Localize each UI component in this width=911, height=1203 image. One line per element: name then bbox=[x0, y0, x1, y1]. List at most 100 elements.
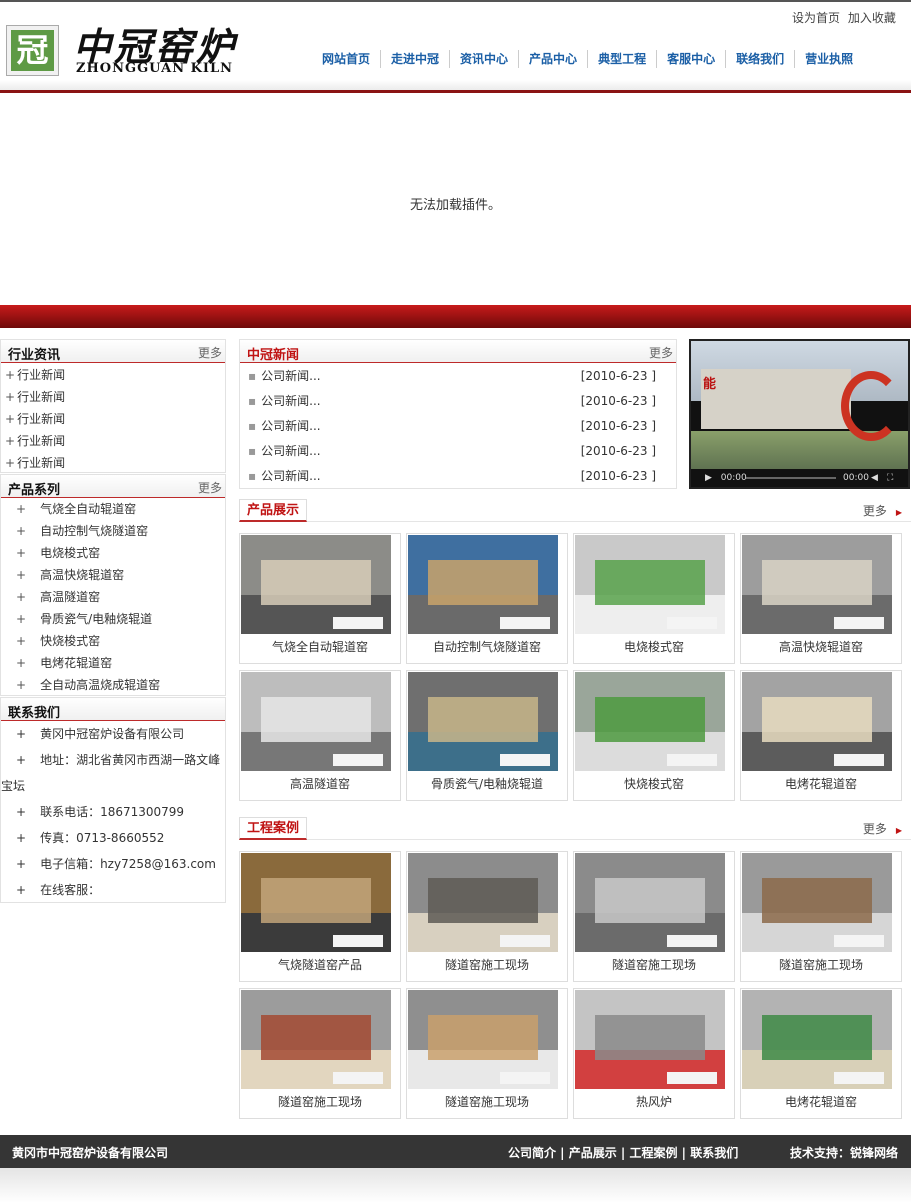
industry-more-link[interactable]: 更多 bbox=[198, 344, 222, 361]
product-caption[interactable]: 快烧梭式窑 bbox=[574, 775, 734, 792]
contact-online-service[interactable]: + 在线客服： bbox=[1, 877, 225, 903]
list-item[interactable]: + 行业新闻 bbox=[1, 364, 225, 386]
case-caption[interactable]: 热风炉 bbox=[574, 1093, 734, 1110]
product-image[interactable] bbox=[742, 672, 892, 771]
product-image[interactable] bbox=[241, 535, 391, 634]
case-caption[interactable]: 隧道窑施工现场 bbox=[407, 1093, 567, 1110]
product-card[interactable]: 高温隧道窑 bbox=[239, 670, 401, 801]
case-caption[interactable]: 气烧隧道窑产品 bbox=[240, 956, 400, 973]
product-card[interactable]: 骨质瓷气/电釉烧辊道 bbox=[406, 670, 568, 801]
case-card[interactable]: 隧道窑施工现场 bbox=[406, 988, 568, 1119]
list-item[interactable]: + 行业新闻 bbox=[1, 408, 225, 430]
cases-more-link[interactable]: 更多 ▶ bbox=[863, 820, 902, 837]
news-row[interactable]: ▪ 公司新闻... [2010-6-23 ] bbox=[248, 439, 668, 464]
video-time-elapsed: 00:00 bbox=[720, 473, 747, 483]
product-caption[interactable]: 电烤花辊道窑 bbox=[741, 775, 901, 792]
contact-box: 联系我们 + 黄冈中冠窑炉设备有限公司 + 地址：湖北省黄冈市西湖一路文峰宝坛 + 联… bbox=[0, 697, 226, 903]
case-card[interactable]: 隧道窑施工现场 bbox=[239, 988, 401, 1119]
list-item[interactable]: + 气烧全自动辊道窑 bbox=[1, 498, 225, 520]
nav-service[interactable]: 客服中心 bbox=[656, 50, 725, 68]
volume-icon[interactable]: ◀ bbox=[871, 469, 878, 487]
case-caption[interactable]: 隧道窑施工现场 bbox=[407, 956, 567, 973]
footer-support[interactable]: 技术支持：锐锋网络 bbox=[790, 1144, 898, 1161]
product-card[interactable]: 快烧梭式窑 bbox=[573, 670, 735, 801]
product-caption[interactable]: 高温隧道窑 bbox=[240, 775, 400, 792]
news-more-link[interactable]: 更多 bbox=[649, 344, 673, 361]
product-caption[interactable]: 高温快烧辊道窑 bbox=[741, 638, 901, 655]
case-card[interactable]: 隧道窑施工现场 bbox=[573, 851, 735, 982]
list-item[interactable]: + 行业新闻 bbox=[1, 386, 225, 408]
product-caption[interactable]: 骨质瓷气/电釉烧辊道 bbox=[407, 775, 567, 792]
case-image[interactable] bbox=[742, 990, 892, 1089]
case-image[interactable] bbox=[408, 853, 558, 952]
product-caption[interactable]: 电烧梭式窑 bbox=[574, 638, 734, 655]
video-player[interactable]: 能 ▶ 00:00 00:00 ◀ ⛶ bbox=[689, 339, 910, 489]
product-card[interactable]: 气烧全自动辊道窑 bbox=[239, 533, 401, 664]
case-card[interactable]: 电烤花辊道窑 bbox=[740, 988, 902, 1119]
news-row[interactable]: ▪ 公司新闻... [2010-6-23 ] bbox=[248, 389, 668, 414]
nav-projects[interactable]: 典型工程 bbox=[587, 50, 656, 68]
product-card[interactable]: 自动控制气烧隧道窑 bbox=[406, 533, 568, 664]
case-card[interactable]: 隧道窑施工现场 bbox=[406, 851, 568, 982]
list-item[interactable]: + 电烤花辊道窑 bbox=[1, 652, 225, 674]
nav-about[interactable]: 走进中冠 bbox=[380, 50, 449, 68]
showcase-more-link[interactable]: 更多 ▶ bbox=[863, 502, 902, 519]
product-series-more-link[interactable]: 更多 bbox=[198, 479, 222, 496]
list-item[interactable]: + 全自动高温烧成辊道窑 bbox=[1, 674, 225, 696]
product-caption[interactable]: 气烧全自动辊道窑 bbox=[240, 638, 400, 655]
product-image[interactable] bbox=[241, 672, 391, 771]
add-favorite-link[interactable]: 加入收藏 bbox=[848, 11, 896, 25]
nav-products[interactable]: 产品中心 bbox=[518, 50, 587, 68]
case-image[interactable] bbox=[575, 853, 725, 952]
case-caption[interactable]: 隧道窑施工现场 bbox=[240, 1093, 400, 1110]
nav-contact[interactable]: 联络我们 bbox=[725, 50, 794, 68]
list-item[interactable]: + 高温快烧辊道窑 bbox=[1, 564, 225, 586]
case-card[interactable]: 隧道窑施工现场 bbox=[740, 851, 902, 982]
nav-home[interactable]: 网站首页 bbox=[312, 50, 380, 68]
product-card[interactable]: 电烧梭式窑 bbox=[573, 533, 735, 664]
industry-header: 行业资讯 更多 bbox=[1, 340, 225, 363]
case-image[interactable] bbox=[575, 990, 725, 1089]
news-row[interactable]: ▪ 公司新闻... [2010-6-23 ] bbox=[248, 414, 668, 439]
product-image[interactable] bbox=[742, 535, 892, 634]
product-image[interactable] bbox=[575, 672, 725, 771]
play-icon[interactable]: ▶ bbox=[705, 473, 712, 483]
list-item[interactable]: + 骨质瓷气/电釉烧辊道 bbox=[1, 608, 225, 630]
cases-title[interactable]: 工程案例 bbox=[239, 817, 308, 840]
fullscreen-icon[interactable]: ⛶ bbox=[887, 469, 893, 487]
case-caption[interactable]: 隧道窑施工现场 bbox=[574, 956, 734, 973]
case-image[interactable] bbox=[408, 990, 558, 1089]
news-row[interactable]: ▪ 公司新闻... [2010-6-23 ] bbox=[248, 364, 668, 389]
list-item[interactable]: + 高温隧道窑 bbox=[1, 586, 225, 608]
logo-mark[interactable]: 冠 bbox=[6, 25, 59, 76]
news-row[interactable]: ▪ 公司新闻... [2010-6-23 ] bbox=[248, 464, 668, 489]
case-card[interactable]: 热风炉 bbox=[573, 988, 735, 1119]
product-image[interactable] bbox=[408, 672, 558, 771]
case-image[interactable] bbox=[742, 853, 892, 952]
video-controls: ▶ 00:00 00:00 ◀ ⛶ bbox=[691, 469, 908, 487]
case-caption[interactable]: 隧道窑施工现场 bbox=[741, 956, 901, 973]
case-card[interactable]: 气烧隧道窑产品 bbox=[239, 851, 401, 982]
set-homepage-link[interactable]: 设为首页 bbox=[792, 11, 840, 25]
list-item[interactable]: + 自动控制气烧隧道窑 bbox=[1, 520, 225, 542]
list-item[interactable]: + 行业新闻 bbox=[1, 452, 225, 474]
product-card[interactable]: 电烤花辊道窑 bbox=[740, 670, 902, 801]
footer-links[interactable]: 公司简介 | 产品展示 | 工程案例 | 联系我们 bbox=[508, 1144, 738, 1161]
contact-company: + 黄冈中冠窑炉设备有限公司 bbox=[16, 727, 185, 741]
case-caption[interactable]: 电烤花辊道窑 bbox=[741, 1093, 901, 1110]
industry-box: 行业资讯 更多 + 行业新闻 + 行业新闻 + 行业新闻 + 行业新闻 + 行业新闻 bbox=[0, 339, 226, 473]
nav-license[interactable]: 营业执照 bbox=[794, 50, 863, 68]
list-item[interactable]: + 电烧梭式窑 bbox=[1, 542, 225, 564]
product-caption[interactable]: 自动控制气烧隧道窑 bbox=[407, 638, 567, 655]
case-image[interactable] bbox=[241, 990, 391, 1089]
product-image[interactable] bbox=[408, 535, 558, 634]
showcase-title[interactable]: 产品展示 bbox=[239, 499, 308, 522]
list-item[interactable]: + 行业新闻 bbox=[1, 430, 225, 452]
product-card[interactable]: 高温快烧辊道窑 bbox=[740, 533, 902, 664]
list-item[interactable]: + 快烧梭式窑 bbox=[1, 630, 225, 652]
video-progress-bar[interactable] bbox=[746, 477, 836, 479]
nav-news[interactable]: 资讯中心 bbox=[449, 50, 518, 68]
product-image[interactable] bbox=[575, 535, 725, 634]
contact-email[interactable]: + 电子信箱：hzy7258@163.com bbox=[1, 851, 225, 877]
case-image[interactable] bbox=[241, 853, 391, 952]
